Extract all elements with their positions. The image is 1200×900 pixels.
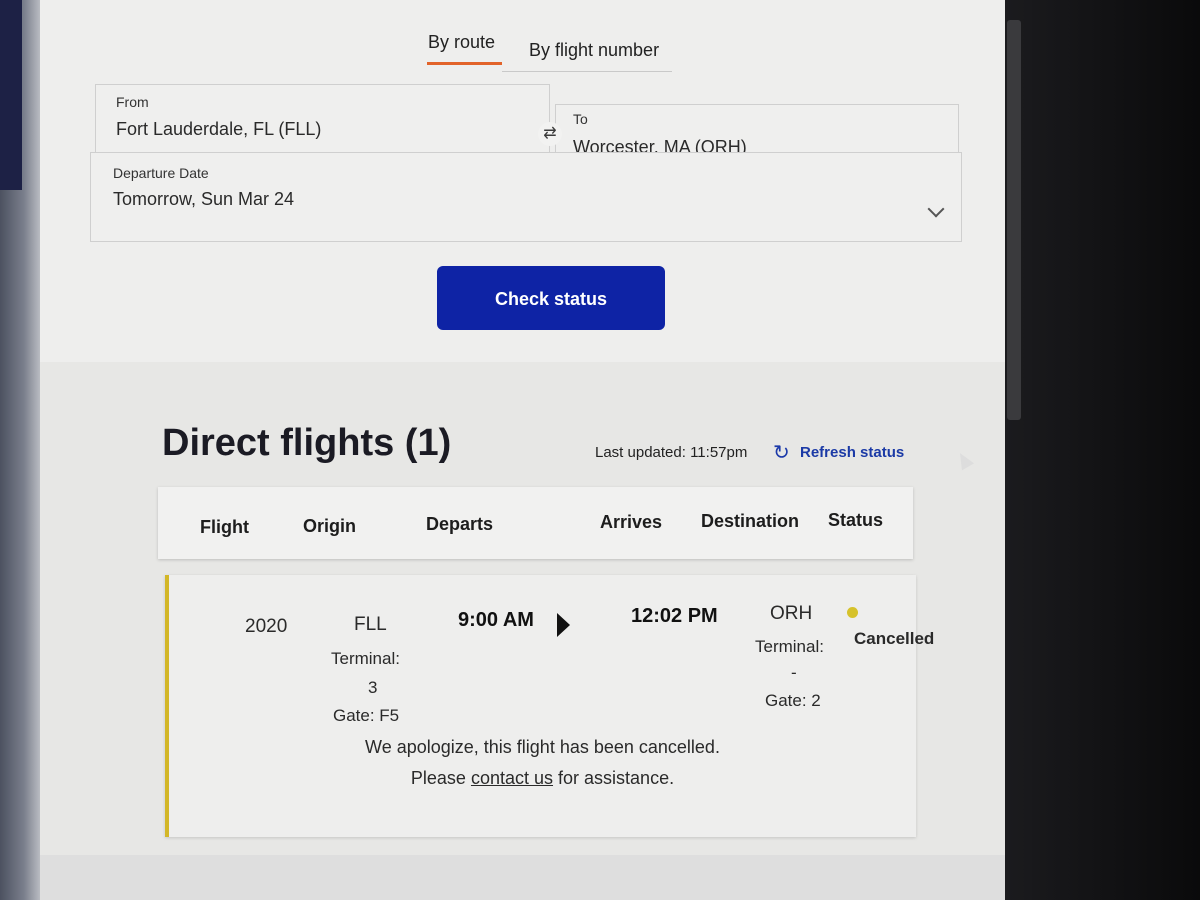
search-panel: By route By flight number From Fort Laud… [40,0,1005,362]
departure-date-select[interactable]: Departure Date Tomorrow, Sun Mar 24 [90,152,962,242]
contact-us-link[interactable]: contact us [471,768,553,788]
last-updated-text: Last updated: 11:57pm [595,444,748,461]
screen-bezel-right [1005,0,1200,900]
from-value: Fort Lauderdale, FL (FLL) [116,119,322,139]
column-header-arrives: Arrives [600,512,663,532]
flight-status-page: By route By flight number From Fort Laud… [40,0,1005,900]
arrival-time: 12:02 PM [631,605,718,627]
assistance-suffix: for assistance. [558,768,675,788]
to-label: To [573,111,588,127]
column-header-origin: Origin [303,516,356,536]
status-dot-icon [847,607,858,618]
tab-by-route[interactable]: By route [428,32,495,53]
destination-code: ORH [770,603,813,624]
destination-gate: Gate: 2 [765,691,821,710]
scrollbar[interactable] [1007,20,1021,420]
screen-bezel-left [0,0,40,900]
refresh-status-link[interactable]: Refresh status [800,444,904,461]
mouse-cursor-icon [953,449,975,471]
column-header-status: Status [828,510,884,530]
origin-terminal: 3 [368,678,378,697]
table-header: Flight Origin Departs Arrives Destinatio… [158,487,913,559]
date-label: Departure Date [113,165,209,181]
origin-terminal-label: Terminal: [331,649,400,668]
assistance-prefix: Please [410,768,466,788]
background-window-edge [0,0,22,190]
assistance-message: Please contact us for assistance. [169,768,916,789]
column-header-destination: Destination [701,511,800,531]
tab-by-flight-number[interactable]: By flight number [529,40,659,61]
departure-time: 9:00 AM [458,609,534,631]
origin-code: FLL [354,614,387,635]
status-badge: Cancelled [854,629,935,648]
check-status-button[interactable]: Check status [437,266,665,330]
refresh-icon[interactable]: ↻ [773,440,790,465]
page-bottom-section [40,855,1005,900]
arrow-right-icon [557,613,570,637]
flight-row[interactable]: 2020 FLL Terminal: 3 Gate: F5 9:00 AM 12… [165,575,934,837]
cancellation-message: We apologize, this flight has been cance… [365,737,720,757]
active-tab-underline [427,62,502,65]
destination-terminal: - [791,663,797,682]
from-label: From [116,94,149,110]
date-value: Tomorrow, Sun Mar 24 [113,189,295,209]
tab-divider [502,71,672,72]
destination-terminal-label: Terminal: [755,637,824,656]
origin-gate: Gate: F5 [333,706,400,725]
results-title: Direct flights (1) [162,422,452,464]
swap-icon[interactable]: ⇄ [538,122,562,146]
column-header-departs: Departs [426,514,494,534]
flight-number: 2020 [245,616,288,637]
column-header-flight: Flight [200,517,249,537]
